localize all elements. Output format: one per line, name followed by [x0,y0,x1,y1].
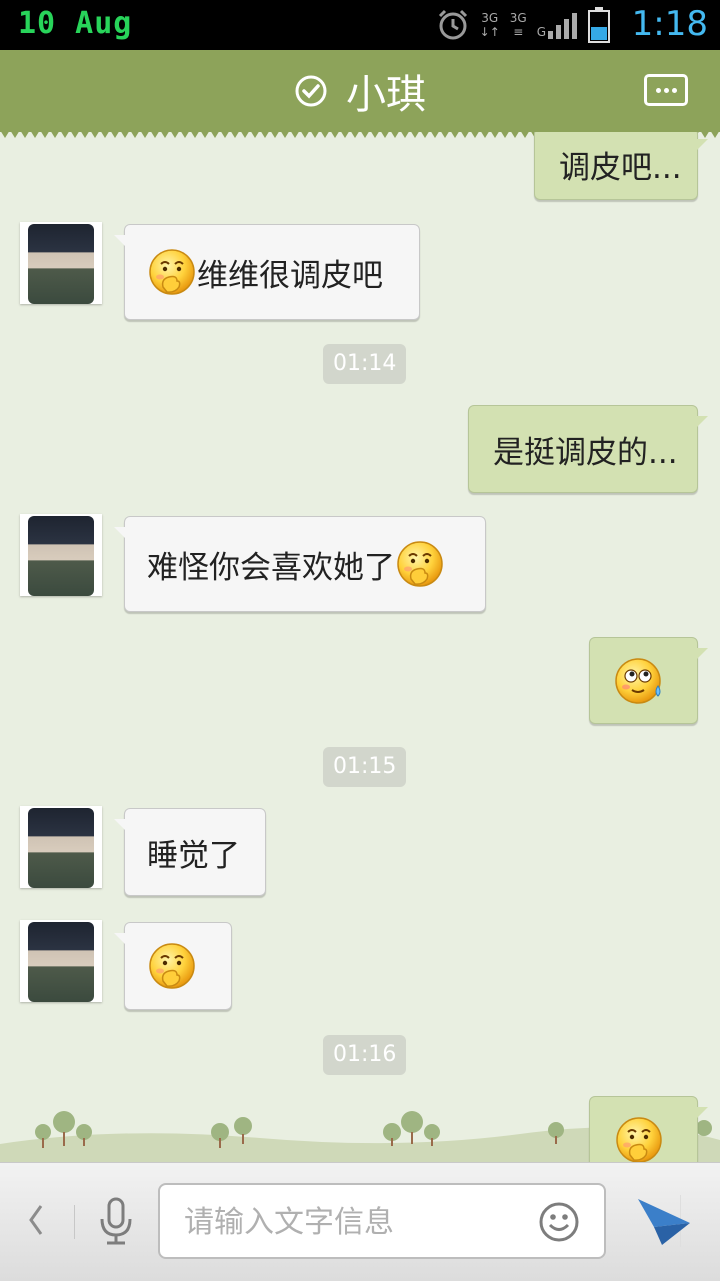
message-bubble-incoming[interactable] [114,922,232,1010]
chat-header: 小琪 [0,50,720,138]
contact-avatar[interactable] [20,920,102,1002]
blush-hand-emoji-icon [147,941,197,991]
message-bubble-outgoing[interactable]: 调皮吧... [534,132,708,200]
send-icon[interactable] [636,1193,692,1249]
message-bubble-incoming[interactable]: 维维很调皮吧 [114,224,420,320]
message-bubble-outgoing[interactable] [589,637,708,724]
contact-avatar[interactable] [20,514,102,596]
network-indicator-3: G [537,11,578,39]
alarm-icon [438,9,467,40]
network-indicator-1: 3G ↓↑ [480,11,500,39]
contact-avatar[interactable] [20,222,102,304]
message-text: 难怪你会喜欢她了 [147,549,395,586]
status-time: 1:18 [631,4,708,44]
network-label-2: 3G [509,11,527,25]
signal-icon [548,13,577,39]
message-text: 是挺调皮的... [493,434,678,471]
more-dot-icon [672,88,677,93]
blush-hand-emoji-icon [147,247,197,297]
network-label-3: G [536,25,546,39]
input-bar [0,1162,720,1281]
message-bubble-incoming[interactable]: 睡觉了 [114,808,266,896]
message-text: 调皮吧... [559,149,682,186]
message-bubble-outgoing[interactable]: 是挺调皮的... [468,405,708,493]
avatar-photo [28,808,94,888]
status-bar: 10 Aug 3G ↓↑ 3G ≡ G 1:18 [0,0,720,50]
microphone-icon[interactable] [96,1197,136,1247]
message-input[interactable] [182,1195,516,1249]
more-dot-icon [664,88,669,93]
blush-hand-emoji-icon [395,539,445,589]
avatar-photo [28,224,94,304]
message-bubble-incoming[interactable]: 难怪你会喜欢她了 [114,516,486,612]
data-arrows-icon: ↓↑ [479,25,500,39]
timestamp-divider: 01:16 [323,1035,407,1075]
more-dot-icon [656,88,661,93]
avatar-photo [28,516,94,596]
message-text: 维维很调皮吧 [197,257,383,294]
more-options-button[interactable] [644,74,688,106]
battery-icon [588,7,610,43]
message-list[interactable]: 调皮吧... 维维很调皮吧 01:14 是挺调皮的... 难怪你会喜欢她了 01… [0,132,720,1162]
network-label-1: 3G [481,11,499,25]
sweat-emoji-icon [614,656,664,706]
contact-avatar[interactable] [20,806,102,888]
blush-hand-emoji-icon [614,1115,664,1162]
verified-check-icon [295,75,327,107]
message-input-box[interactable] [158,1183,681,1259]
emoji-picker-icon[interactable] [538,1201,580,1243]
timestamp-divider: 01:14 [323,344,407,384]
header-title-group: 小琪 [0,50,720,132]
collapse-arrow-icon[interactable] [26,1203,46,1237]
network-indicator-2: 3G ≡ [510,11,527,39]
message-bubble-outgoing[interactable] [589,1096,708,1162]
signal-bars-small-icon: ≡ [513,25,524,39]
input-separator [74,1205,75,1239]
status-date: 10 Aug [18,6,133,41]
status-icons: 3G ↓↑ 3G ≡ G [436,7,610,43]
contact-name: 小琪 [346,72,426,118]
avatar-photo [28,922,94,1002]
timestamp-divider: 01:15 [323,747,407,787]
message-text: 睡觉了 [147,837,240,874]
